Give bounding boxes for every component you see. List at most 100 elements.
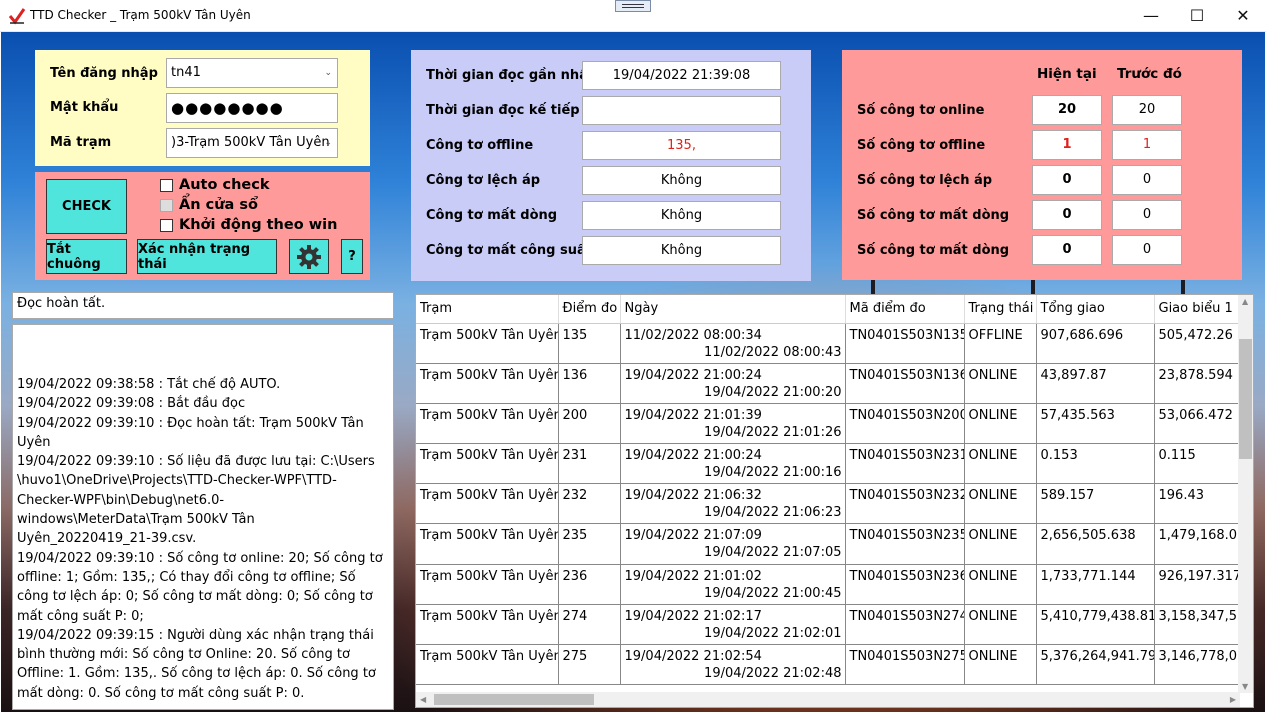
table-row[interactable]: Trạm 500kV Tân Uyên 235 19/04/2022 21:07:0… — [416, 523, 1253, 565]
current-loss-count-previous: 0 — [1112, 200, 1182, 230]
cell-text: 5,376,264,941.79 — [1040, 649, 1154, 664]
scroll-up-icon[interactable]: ▲ — [1242, 297, 1248, 306]
log-line: 19/04/2022 09:39:10 : Số liệu đã được lư… — [17, 454, 375, 547]
mute-bell-button[interactable]: Tắt chuông — [46, 239, 127, 274]
minimize-button[interactable]: — — [1128, 0, 1174, 31]
cell-date: 19/04/2022 21:00:24 19/04/2022 21:00:20 — [620, 363, 846, 404]
power-loss-count-current: 0 — [1032, 235, 1102, 265]
read-date: 19/04/2022 21:01:02 — [624, 568, 762, 584]
table-row[interactable]: Trạm 500kV Tân Uyên 231 19/04/2022 21:00:2… — [416, 443, 1253, 485]
voltage-count-label: Số công tơ lệch áp — [857, 173, 993, 188]
startup-checkbox[interactable]: Khởi động theo win — [160, 217, 337, 233]
cell-text: 0.153 — [1040, 448, 1078, 464]
drag-grip-icon[interactable] — [615, 0, 651, 12]
column-header-point-code[interactable]: Mã điểm đo — [845, 295, 965, 324]
cell-text: 200 — [562, 407, 588, 423]
cell-text: TN0401S503N236 — [849, 568, 964, 584]
cell-station: Trạm 500kV Tân Uyên — [416, 564, 559, 605]
column-header-station[interactable]: Trạm — [416, 295, 559, 324]
cell-text: 1,733,771.144 — [1040, 568, 1136, 584]
scroll-right-icon[interactable]: ▶ — [1230, 695, 1236, 704]
next-read-label: Thời gian đọc kế tiếp — [426, 103, 580, 118]
login-panel: Tên đăng nhập tn41 ⌄ Mật khẩu ●●●●●●●● M… — [35, 50, 370, 166]
column-header-total[interactable]: Tổng giao — [1036, 295, 1155, 324]
settings-button[interactable] — [289, 239, 329, 274]
station-select[interactable]: )3-Trạm 500kV Tân Uyên ⌄ — [166, 128, 338, 158]
power-loss-label: Công tơ mất công suất — [426, 243, 592, 258]
cell-point-code: TN0401S503N235 — [845, 523, 965, 565]
cell-point-code: TN0401S503N136 — [845, 363, 965, 404]
cell-text: 0.115 — [1158, 448, 1196, 464]
close-button[interactable]: ✕ — [1220, 0, 1266, 31]
cell-text: 236 — [562, 568, 588, 584]
log-line: 19/04/2022 09:39:10 : Số công tơ online:… — [17, 550, 383, 624]
title-bar: TTD Checker _ Trạm 500kV Tân Uyên — ☐ ✕ — [0, 0, 1266, 32]
password-field[interactable]: ●●●●●●●● — [166, 93, 338, 123]
scroll-left-icon[interactable]: ◀ — [420, 695, 426, 704]
username-select[interactable]: tn41 ⌄ — [166, 58, 338, 88]
cell-total: 5,410,779,438.819 — [1036, 604, 1155, 646]
cell-text: 232 — [562, 488, 588, 504]
table-row[interactable]: Trạm 500kV Tân Uyên 136 19/04/2022 21:00:2… — [416, 363, 1253, 404]
table-row[interactable]: Trạm 500kV Tân Uyên 135 11/02/2022 08:00:3… — [416, 323, 1253, 364]
username-label: Tên đăng nhập — [50, 66, 158, 81]
read-date: 19/04/2022 21:01:39 — [624, 407, 762, 423]
cell-text: ONLINE — [968, 568, 1018, 584]
confirm-status-button[interactable]: Xác nhận trạng thái — [137, 239, 277, 274]
hide-window-checkbox[interactable]: Ẩn cửa sổ — [160, 197, 258, 213]
vertical-scrollbar[interactable]: ▲ ▼ — [1238, 295, 1253, 693]
current-loss-count-label: Số công tơ mất dòng — [857, 208, 1010, 223]
table-row[interactable]: Trạm 500kV Tân Uyên 200 19/04/2022 21:01:3… — [416, 403, 1253, 445]
chevron-down-icon: ⌄ — [324, 138, 332, 148]
cell-date: 19/04/2022 21:02:54 19/04/2022 21:02:48 — [620, 644, 846, 686]
read-date: 19/04/2022 21:02:17 — [624, 608, 762, 624]
cell-text: 23,878.594 — [1158, 367, 1233, 383]
cell-total: 57,435.563 — [1036, 403, 1155, 445]
check-button[interactable]: CHECK — [46, 179, 127, 234]
column-header-date[interactable]: Ngày — [620, 295, 846, 324]
cell-station: Trạm 500kV Tân Uyên — [416, 523, 559, 565]
cell-point-code: TN0401S503N232 — [845, 483, 965, 525]
cell-station: Trạm 500kV Tân Uyên — [416, 363, 559, 404]
column-header-point[interactable]: Điểm đo — [558, 295, 621, 324]
cell-total: 1,733,771.144 — [1036, 564, 1155, 605]
gear-icon — [297, 244, 321, 269]
table-row[interactable]: Trạm 500kV Tân Uyên 232 19/04/2022 21:06:3… — [416, 483, 1253, 525]
main-content: Tên đăng nhập tn41 ⌄ Mật khẩu ●●●●●●●● M… — [1, 32, 1265, 712]
scroll-thumb[interactable] — [434, 694, 594, 705]
grid-header-row: Trạm Điểm đo Ngày Mã điểm đo Trạng thái … — [416, 295, 1253, 324]
meter-data-grid[interactable]: Trạm Điểm đo Ngày Mã điểm đo Trạng thái … — [415, 294, 1254, 708]
cell-point: 135 — [558, 323, 621, 364]
cell-text: Trạm 500kV Tân Uyên — [420, 608, 558, 624]
cell-point: 136 — [558, 363, 621, 404]
read-date: 19/04/2022 21:00:24 — [624, 367, 762, 383]
meter-stats-panel: Hiện tại Trước đó Số công tơ online 20 2… — [842, 50, 1242, 280]
cell-total: 5,376,264,941.79 — [1036, 644, 1155, 686]
chevron-down-icon: ⌄ — [324, 68, 332, 78]
cell-status: ONLINE — [964, 564, 1037, 605]
column-header-status[interactable]: Trạng thái — [964, 295, 1037, 324]
scroll-thumb[interactable] — [1239, 339, 1252, 459]
scroll-down-icon[interactable]: ▼ — [1242, 682, 1248, 691]
help-button[interactable]: ? — [341, 239, 363, 274]
power-loss-count-label: Số công tơ mất dòng — [857, 243, 1010, 258]
table-row[interactable]: Trạm 500kV Tân Uyên 275 19/04/2022 21:02:5… — [416, 644, 1253, 686]
username-value: tn41 — [171, 65, 201, 80]
meter-date: 19/04/2022 21:07:05 — [704, 545, 842, 561]
cell-point: 274 — [558, 604, 621, 646]
cell-text: TN0401S503N136 — [849, 367, 964, 383]
cell-text: 907,686.696 — [1040, 327, 1124, 343]
log-textarea[interactable]: 19/04/2022 09:38:58 : Tắt chế độ AUTO. 1… — [12, 324, 394, 710]
current-header: Hiện tại — [1037, 66, 1097, 82]
maximize-button[interactable]: ☐ — [1174, 0, 1220, 31]
offline-count-previous: 1 — [1112, 130, 1182, 160]
cell-text: Trạm 500kV Tân Uyên — [420, 448, 558, 464]
cell-text: Trạm 500kV Tân Uyên — [420, 407, 558, 423]
table-row[interactable]: Trạm 500kV Tân Uyên 274 19/04/2022 21:02:1… — [416, 604, 1253, 646]
auto-check-checkbox[interactable]: Auto check — [160, 177, 269, 193]
table-row[interactable]: Trạm 500kV Tân Uyên 236 19/04/2022 21:01:0… — [416, 564, 1253, 605]
cell-text: 231 — [562, 448, 588, 464]
cell-point-code: TN0401S503N236 — [845, 564, 965, 605]
control-panel: CHECK Auto check Ẩn cửa sổ Khởi động the… — [35, 172, 370, 280]
horizontal-scrollbar[interactable]: ◀ ▶ — [416, 692, 1240, 707]
